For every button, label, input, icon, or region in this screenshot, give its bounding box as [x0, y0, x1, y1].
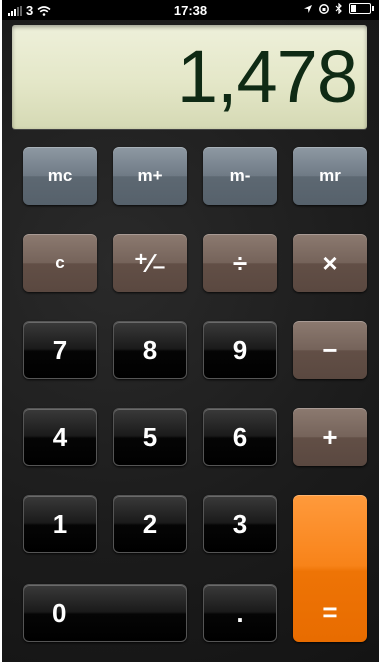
clear-button[interactable]: c	[23, 234, 97, 292]
battery-icon	[349, 3, 374, 14]
orientation-lock-icon	[319, 3, 329, 14]
equals-button[interactable]: =	[293, 495, 367, 642]
memory-add-button[interactable]: m+	[113, 147, 187, 205]
plus-minus-button[interactable]: ⁺∕₋	[113, 234, 187, 292]
status-bar: 3 17:38	[2, 0, 379, 20]
calculator-display: 1,478	[12, 25, 367, 129]
digit-3-button[interactable]: 3	[203, 495, 277, 553]
bluetooth-icon	[335, 3, 342, 14]
digit-4-button[interactable]: 4	[23, 408, 97, 466]
digit-6-button[interactable]: 6	[203, 408, 277, 466]
memory-clear-button[interactable]: mc	[23, 147, 97, 205]
digit-0-button[interactable]: 0	[23, 584, 187, 642]
decimal-point-button[interactable]: .	[203, 584, 277, 642]
add-button[interactable]: +	[293, 408, 367, 466]
display-value: 1,478	[176, 35, 358, 118]
battery-fill	[351, 5, 357, 12]
divide-button[interactable]: ÷	[203, 234, 277, 292]
memory-subtract-button[interactable]: m-	[203, 147, 277, 205]
digit-7-button[interactable]: 7	[23, 321, 97, 379]
digit-2-button[interactable]: 2	[113, 495, 187, 553]
calculator-app: 3 17:38 1,478 mc m+ m- mr c ⁺∕₋ ÷ × 7 8 …	[2, 0, 379, 662]
multiply-button[interactable]: ×	[293, 234, 367, 292]
digit-5-button[interactable]: 5	[113, 408, 187, 466]
digit-8-button[interactable]: 8	[113, 321, 187, 379]
memory-recall-button[interactable]: mr	[293, 147, 367, 205]
status-right	[303, 3, 374, 14]
subtract-button[interactable]: −	[293, 321, 367, 379]
digit-1-button[interactable]: 1	[23, 495, 97, 553]
digit-9-button[interactable]: 9	[203, 321, 277, 379]
location-arrow-icon	[304, 4, 312, 13]
